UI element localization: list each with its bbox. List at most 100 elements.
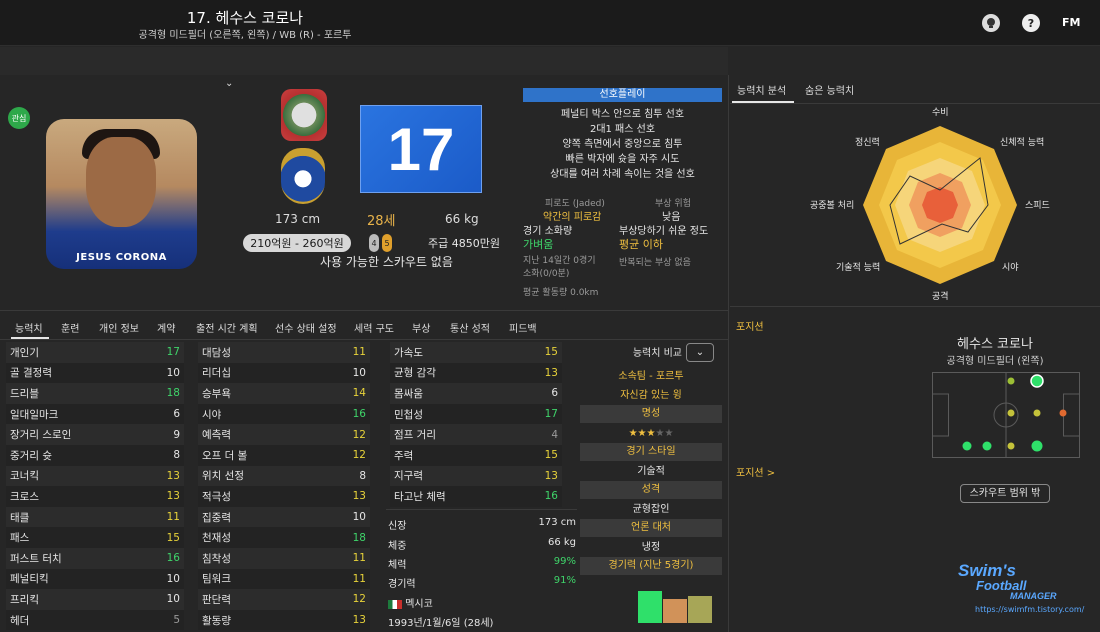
attribute-name: 크로스 [10,490,39,503]
attribute-row-mental[interactable]: 예측력 12 [198,424,370,445]
attribute-row-mental[interactable]: 오프 더 볼 12 [198,445,370,466]
attribute-name: 몸싸움 [394,387,423,400]
form-bar [663,599,687,623]
attribute-row-mental[interactable]: 천재성 18 [198,527,370,548]
attribute-row-mental[interactable]: 적극성 13 [198,486,370,507]
fm-logo[interactable]: FM [1062,16,1080,29]
media-value: 냉정 [641,542,661,553]
attribute-row-mental[interactable]: 리더십 10 [198,362,370,384]
attribute-value: 9 [173,428,180,441]
attribute-row-mental[interactable]: 활동량 13 [198,609,370,631]
positions-link[interactable]: 포지션 > [736,464,775,479]
shirt-name: JESUS CORONA [76,252,167,263]
tab-career-stats[interactable]: 통산 성적 [450,320,490,335]
attribute-value: 13 [544,469,558,482]
attribute-row-technical[interactable]: 개인기 17 [6,342,184,363]
attribute-row-technical[interactable]: 크로스 13 [6,486,184,507]
nationality: 멕시코 [388,595,433,610]
attribute-row-mental[interactable]: 시야 16 [198,403,370,425]
tab-dynamics[interactable]: 세력 구도 [354,320,394,335]
attribute-row-technical[interactable]: 장거리 스로인 9 [6,424,184,445]
attribute-name: 균형 감각 [394,367,436,380]
attribute-row-technical[interactable]: 일대일마크 6 [6,403,184,425]
injury-prone-label: 부상당하기 쉬운 정도 [619,226,709,237]
attribute-row-physical[interactable]: 지구력 13 [390,465,562,487]
attribute-row-technical[interactable]: 프리킥 10 [6,589,184,610]
tab-personal-info[interactable]: 개인 정보 [99,320,139,335]
attribute-row-technical[interactable]: 페널티킥 10 [6,568,184,590]
radar-label: 공격 [932,292,949,302]
attribute-value: 17 [166,346,180,359]
attribute-row-mental[interactable]: 팀워크 11 [198,568,370,590]
attribute-row-physical[interactable]: 균형 감각 13 [390,362,562,384]
attribute-row-technical[interactable]: 코너킥 13 [6,465,184,487]
attribute-row-technical[interactable]: 퍼스트 터치 16 [6,548,184,569]
info-row: 체력 99% [388,556,576,571]
star-filled-icon: ★ [637,428,647,439]
national-team-crest[interactable] [281,89,327,141]
tab-injuries[interactable]: 부상 [412,320,430,335]
attribute-row-technical[interactable]: 드리블 18 [6,383,184,404]
tab-hidden-attributes[interactable]: 숨은 능력치 [805,82,854,97]
attribute-name: 헤더 [10,614,30,627]
tab-contract[interactable]: 계약 [157,320,175,335]
attribute-row-physical[interactable]: 점프 거리 4 [390,424,562,445]
attribute-value: 13 [352,490,366,503]
attribute-row-mental[interactable]: 승부욕 14 [198,383,370,404]
form-bar [638,591,662,623]
attribute-row-mental[interactable]: 침착성 11 [198,548,370,569]
fatigue-value: 약간의 피로감 [543,212,602,223]
attribute-name: 리더십 [202,367,231,380]
attribute-row-physical[interactable]: 가속도 15 [390,342,562,363]
lightbulb-icon[interactable] [982,14,1000,32]
scout-note: 사용 가능한 스카우트 없음 [320,255,453,269]
scout-range-button[interactable]: 스카우트 범위 밖 [960,484,1050,503]
attribute-row-mental[interactable]: 판단력 12 [198,589,370,610]
radar-label: 신체적 능력 [1000,138,1045,148]
attribute-radar [863,126,1017,284]
attribute-value: 5 [173,614,180,627]
attribute-row-technical[interactable]: 중거리 슛 8 [6,445,184,466]
tab-feedback[interactable]: 피드백 [509,320,537,335]
attribute-value: 12 [352,449,366,462]
attribute-row-technical[interactable]: 태클 11 [6,506,184,528]
club-tag: 소속팀 - 포르투 [618,371,684,382]
attribute-row-mental[interactable]: 대담성 11 [198,342,370,363]
attribute-name: 중거리 슛 [10,449,52,462]
attribute-row-mental[interactable]: 집중력 10 [198,506,370,528]
attribute-row-mental[interactable]: 위치 선정 8 [198,465,370,487]
attribute-row-physical[interactable]: 민첩성 17 [390,403,562,425]
attribute-name: 태클 [10,511,30,524]
position-pitch [932,372,1080,458]
attribute-row-physical[interactable]: 주력 15 [390,445,562,466]
form-chart [580,578,722,632]
player-title: 17. 헤수스 코로나 [186,9,304,27]
attribute-row-technical[interactable]: 골 결정력 10 [6,362,184,384]
chevron-down-icon[interactable]: ⌄ [225,78,233,89]
tab-training[interactable]: 훈련 [61,320,79,335]
match-load-note: 지난 14일간 0경기 소화(0/0분) [523,256,596,279]
attribute-name: 드리블 [10,387,39,400]
tab-player-status[interactable]: 선수 상태 설정 [275,320,337,335]
info-row: 신장 173 cm [388,517,576,532]
player-height: 173 cm [275,212,321,226]
flag-icon [388,599,402,609]
divider [0,310,728,311]
tab-attribute-analysis[interactable]: 능력치 분석 [737,82,786,97]
tab-playing-time[interactable]: 출전 시간 계획 [196,320,258,335]
club-crest[interactable] [281,148,325,204]
radar-label: 시야 [1002,263,1019,273]
attribute-row-technical[interactable]: 헤더 5 [6,609,184,631]
watch-badge[interactable]: 관심 [8,107,30,129]
tab-attributes[interactable]: 능력치 [15,320,43,335]
attribute-row-physical[interactable]: 타고난 체력 16 [390,486,562,507]
help-button[interactable]: ? [1022,14,1040,32]
attribute-value: 18 [166,387,180,400]
watermark-url: https://swimfm.tistory.com/ [975,605,1085,614]
compare-dropdown-button[interactable]: ⌄ [686,343,714,362]
attribute-value: 18 [352,531,366,544]
attribute-value: 6 [173,408,180,421]
transfer-value[interactable]: 210억원 - 260억원 [243,234,351,252]
attribute-row-technical[interactable]: 패스 15 [6,527,184,548]
attribute-row-physical[interactable]: 몸싸움 6 [390,383,562,404]
